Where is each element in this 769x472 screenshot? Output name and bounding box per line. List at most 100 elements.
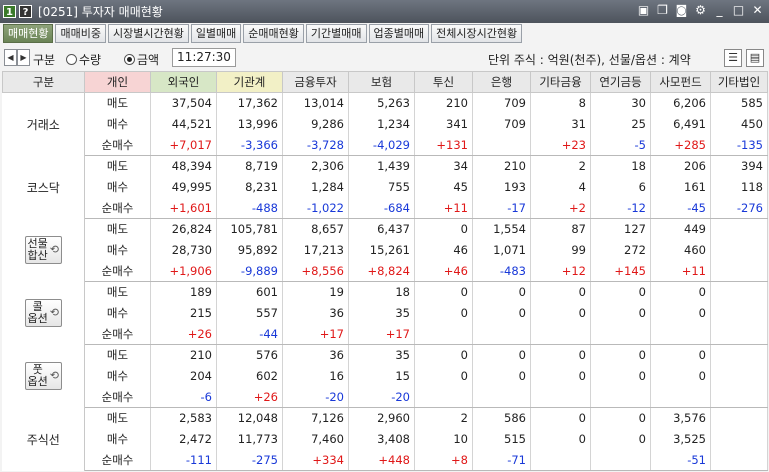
table-cell: 19 bbox=[282, 281, 349, 303]
table-cell: 5,263 bbox=[348, 92, 415, 114]
radio-dot-icon bbox=[66, 54, 77, 65]
prev-arrow-icon[interactable]: ◀ bbox=[4, 49, 17, 66]
group-toggle-button[interactable]: 선물 합산 ⟲ bbox=[24, 236, 62, 264]
column-header[interactable]: 기타금융 bbox=[530, 71, 591, 93]
table-row: 매수2155573635000008 bbox=[3, 302, 768, 324]
table-cell: -488 bbox=[216, 197, 283, 219]
refresh-icon: ⟲ bbox=[49, 243, 59, 256]
window-controls: ▣ ❐ ◙ ⚙ _ □ ✕ bbox=[636, 3, 765, 18]
table-cell: 8,231 bbox=[216, 176, 283, 198]
group-name-line: 합산 bbox=[27, 249, 48, 262]
tab-6[interactable]: 업종별매매 bbox=[368, 24, 430, 43]
next-arrow-icon[interactable]: ▶ bbox=[17, 49, 30, 66]
radio-quantity[interactable]: 수량 bbox=[66, 51, 101, 68]
table-cell: -20 bbox=[348, 386, 415, 408]
table-cell: 602 bbox=[216, 365, 283, 387]
column-header[interactable]: 개인 bbox=[84, 71, 151, 93]
close-icon[interactable]: ✕ bbox=[750, 3, 765, 18]
row-label-buy: 매수 bbox=[84, 365, 151, 387]
table-cell: +11 bbox=[650, 260, 711, 282]
table-cell: 0 bbox=[530, 281, 591, 303]
table-cell: -3,366 bbox=[216, 134, 283, 156]
table-cell: 1,284 bbox=[282, 176, 349, 198]
gubun-label: 구분 bbox=[33, 53, 56, 67]
table-cell: -45 bbox=[650, 197, 711, 219]
settings-icon[interactable]: ▤ bbox=[746, 49, 764, 67]
list-view-icon[interactable]: ☰ bbox=[724, 49, 742, 67]
minimize-icon[interactable]: _ bbox=[712, 3, 727, 18]
tab-5[interactable]: 기간별매매 bbox=[305, 24, 367, 43]
table-cell: 7,460 bbox=[282, 428, 349, 450]
table-cell: 35 bbox=[348, 302, 415, 324]
table-cell: 15,261 bbox=[348, 239, 415, 261]
table-cell: 6,491 bbox=[650, 113, 711, 135]
row-label-sell: 매도 bbox=[84, 155, 151, 177]
layout-icon[interactable]: ▣ bbox=[636, 3, 651, 18]
table-cell: 1,554 bbox=[472, 218, 531, 240]
table-cell: 210 bbox=[472, 155, 531, 177]
column-header[interactable]: 기타법인 bbox=[710, 71, 768, 93]
column-header[interactable]: 사모펀드 bbox=[650, 71, 711, 93]
table-row: 매수49,9958,2311,2847554519346161118381 bbox=[3, 176, 768, 198]
table-cell: 0 bbox=[650, 344, 711, 366]
column-header[interactable]: 보험 bbox=[348, 71, 415, 93]
group-label: 주식선 bbox=[2, 407, 85, 471]
group-toggle-button[interactable]: 풋 옵션 ⟲ bbox=[24, 362, 62, 390]
tab-3[interactable]: 일별매매 bbox=[190, 24, 242, 43]
table-cell: -1,022 bbox=[282, 197, 349, 219]
copy-icon[interactable]: ❐ bbox=[655, 3, 670, 18]
column-header[interactable]: 구분 bbox=[2, 71, 85, 93]
tab-2[interactable]: 시장별시간현황 bbox=[107, 24, 189, 43]
table-cell: -275 bbox=[216, 449, 283, 471]
group-name: 풋 옵션 bbox=[28, 364, 48, 388]
table-cell: 25 bbox=[590, 113, 651, 135]
window-number-badge[interactable]: 1 bbox=[3, 5, 16, 18]
row-label-sell: 매도 bbox=[84, 281, 151, 303]
table-cell: +1,906 bbox=[150, 260, 217, 282]
table-cell: 8,719 bbox=[216, 155, 283, 177]
table-cell: 0 bbox=[590, 365, 651, 387]
table-cell: 0 bbox=[590, 281, 651, 303]
table-cell: 105,781 bbox=[216, 218, 283, 240]
column-header[interactable]: 외국인 bbox=[150, 71, 217, 93]
tab-4[interactable]: 순매매현황 bbox=[243, 24, 304, 43]
time-field[interactable]: 11:27:30 bbox=[172, 48, 236, 67]
tab-7[interactable]: 전체시장시간현황 bbox=[431, 24, 523, 43]
table-cell: 0 bbox=[472, 281, 531, 303]
column-header[interactable]: 기관계 bbox=[216, 71, 283, 93]
table-cell: 450 bbox=[710, 113, 768, 135]
row-label-buy: 매수 bbox=[84, 302, 151, 324]
table-cell: +17 bbox=[282, 323, 349, 345]
table-cell: 17,213 bbox=[282, 239, 349, 261]
column-header[interactable]: 연기금등 bbox=[590, 71, 651, 93]
tab-1[interactable]: 매매비중 bbox=[55, 24, 106, 43]
group-label[interactable]: 풋 옵션 ⟲ bbox=[2, 344, 85, 408]
table-cell: 1,234 bbox=[348, 113, 415, 135]
help-icon[interactable]: ? bbox=[19, 5, 32, 18]
gear-icon[interactable]: ⚙ bbox=[693, 3, 708, 18]
table-cell: +46 bbox=[414, 260, 473, 282]
table-cell: 709 bbox=[472, 113, 531, 135]
maximize-icon[interactable]: □ bbox=[731, 3, 746, 18]
nav-arrows: ◀ ▶ bbox=[4, 49, 30, 66]
group-toggle-button[interactable]: 콜 옵션 ⟲ bbox=[24, 299, 62, 327]
tab-0[interactable]: 매매현황 bbox=[3, 24, 54, 43]
radio-amount[interactable]: 금액 bbox=[124, 51, 159, 68]
table-cell: 48,394 bbox=[150, 155, 217, 177]
table-row: 매수 44,521 13,996 9,286 1,234 341 709 31 25 6,491 4… bbox=[3, 113, 768, 135]
table-cell: 0 bbox=[414, 344, 473, 366]
table-cell: 215 bbox=[150, 302, 217, 324]
table-cell: 4 bbox=[530, 176, 591, 198]
group-label[interactable]: 콜 옵션 ⟲ bbox=[2, 281, 85, 345]
table-cell: +131 bbox=[414, 134, 473, 156]
column-header[interactable]: 은행 bbox=[472, 71, 531, 93]
camera-icon[interactable]: ◙ bbox=[674, 3, 689, 18]
table-cell: -6 bbox=[150, 386, 217, 408]
table-cell: 99 bbox=[530, 239, 591, 261]
column-header[interactable]: 금융투자 bbox=[282, 71, 349, 93]
table-cell: 341 bbox=[414, 113, 473, 135]
column-header[interactable]: 투신 bbox=[414, 71, 473, 93]
group-label[interactable]: 선물 합산 ⟲ bbox=[2, 218, 85, 282]
table-cell: 193 bbox=[472, 176, 531, 198]
table-row: 선물 합산 ⟲ 매도 26,824 105,781 8,657 6,437 0 1,554 87 12… bbox=[2, 218, 768, 282]
